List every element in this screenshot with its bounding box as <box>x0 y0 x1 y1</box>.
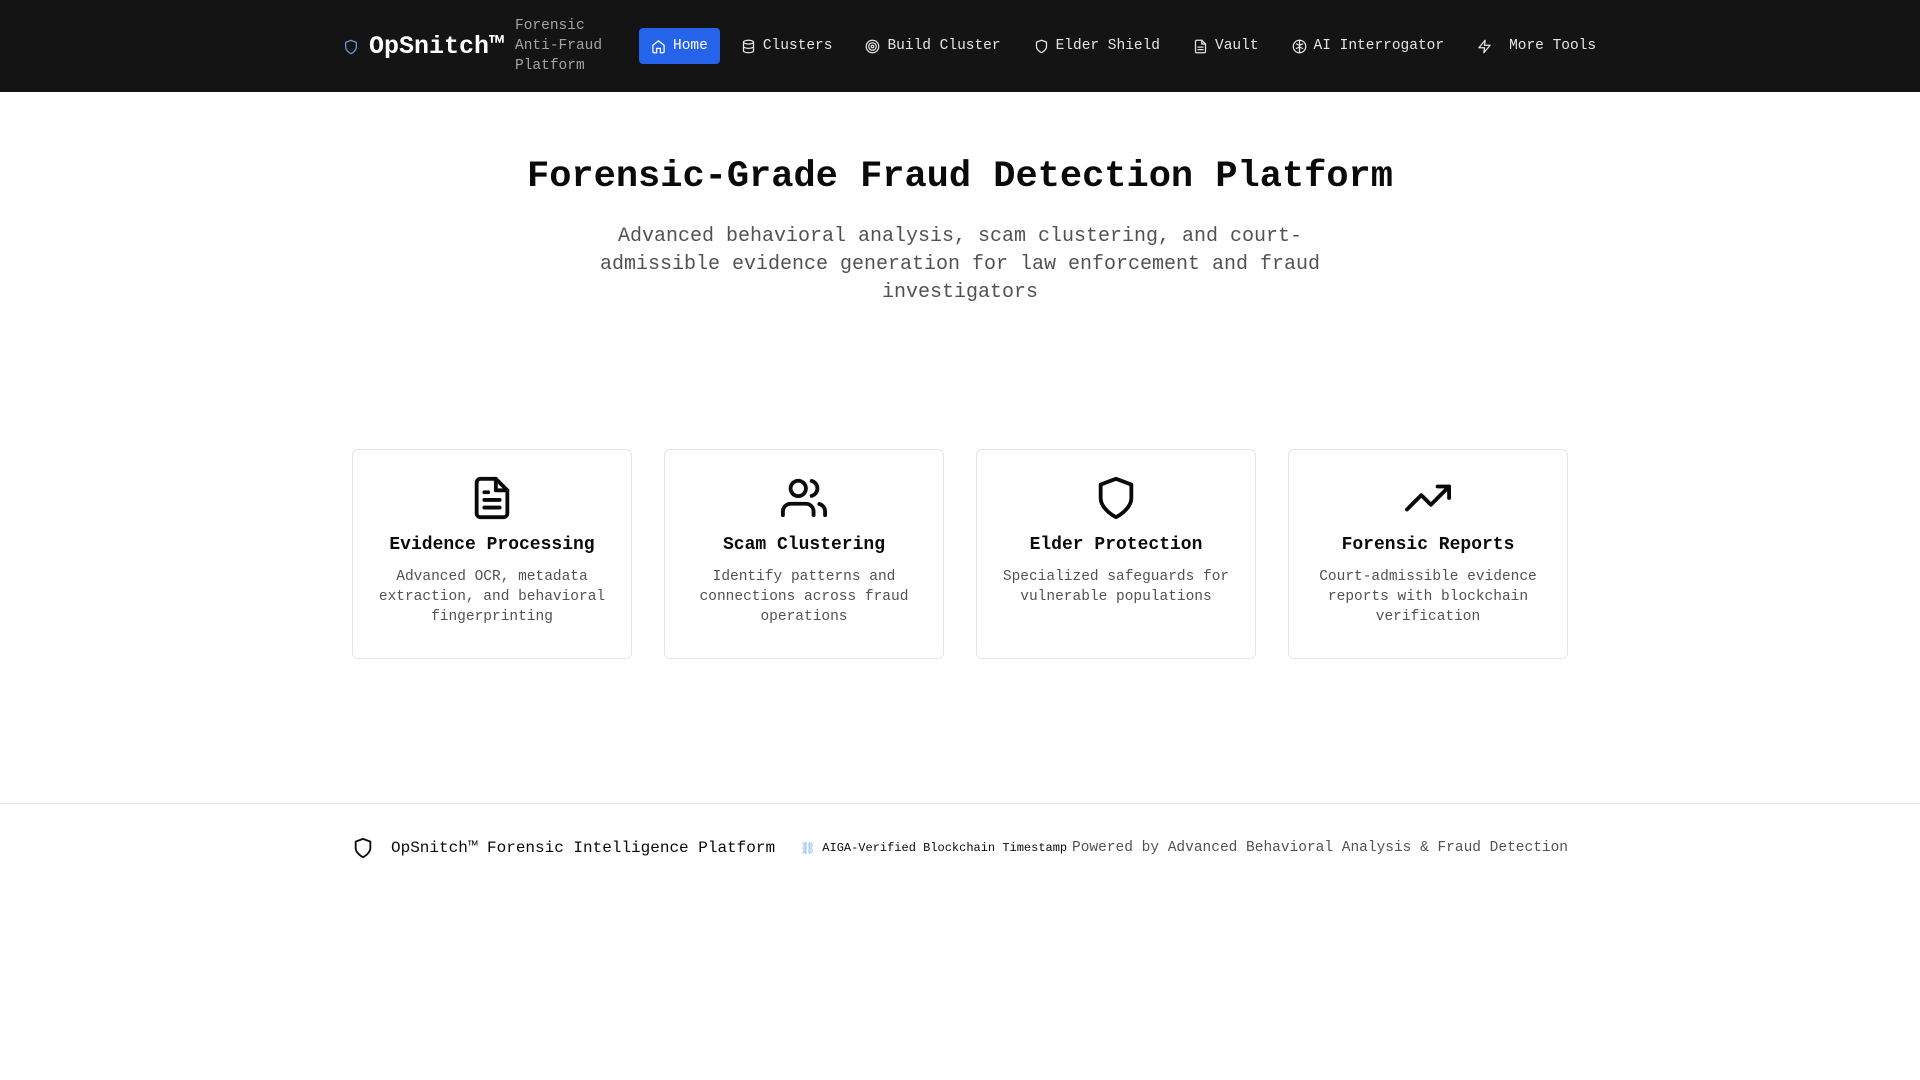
footer-divider <box>0 803 1920 804</box>
shield-icon <box>1035 39 1047 53</box>
database-icon <box>742 39 754 53</box>
nav-item-label: Clusters <box>762 38 833 54</box>
shield-icon <box>352 837 374 859</box>
file-text-icon <box>469 475 515 521</box>
nav-inner: OpSnitch™ Forensic Anti-Fraud Platform H… <box>343 0 1617 92</box>
nav-item-home[interactable]: Home <box>639 28 720 64</box>
target-icon <box>866 39 880 53</box>
brand-name: OpSnitch™ <box>369 31 505 61</box>
nav-item-more-tools[interactable]: More Tools <box>1465 28 1608 64</box>
brand[interactable]: OpSnitch™ Forensic Anti-Fraud Platform <box>343 16 615 76</box>
blockchain-timestamp-badge: ⛓ AIGA-Verified Blockchain Timestamp <box>800 841 1067 856</box>
trending-up-icon <box>1405 475 1451 521</box>
feature-description: Specialized safeguards for vulnerable po… <box>1002 569 1230 605</box>
nav-item-label: Elder Shield <box>1055 38 1161 54</box>
zap-icon <box>1478 39 1491 53</box>
file-icon <box>1194 39 1207 53</box>
feature-description: Advanced OCR, metadata extraction, and b… <box>378 569 606 625</box>
nav-item-label: Home <box>673 38 708 54</box>
feature-cards: Evidence Processing Advanced OCR, metada… <box>352 449 1568 659</box>
nav-item-elder-shield[interactable]: Elder Shield <box>1022 28 1172 64</box>
shield-icon <box>1093 475 1139 521</box>
feature-description: Identify patterns and connections across… <box>699 569 909 625</box>
feature-card-scam-clustering[interactable]: Scam Clustering Identify patterns and co… <box>664 449 944 659</box>
feature-title: Scam Clustering <box>722 535 886 555</box>
brand-subtitle: Forensic Anti-Fraud Platform <box>515 18 603 74</box>
footer-powered-by: Powered by Advanced Behavioral Analysis … <box>1072 840 1568 856</box>
feature-title: Elder Protection <box>1029 535 1203 555</box>
feature-card-evidence-processing[interactable]: Evidence Processing Advanced OCR, metada… <box>352 449 632 659</box>
nav-item-vault[interactable]: Vault <box>1181 28 1271 64</box>
nav-item-clusters[interactable]: Clusters <box>729 28 845 64</box>
nav-item-build-cluster[interactable]: Build Cluster <box>853 28 1012 64</box>
nav-item-ai-interrogator[interactable]: AI Interrogator <box>1280 28 1457 64</box>
nav-menu: Home Clusters Build Cluster Elder Shield… <box>639 28 1617 64</box>
users-icon <box>781 475 827 521</box>
page-title: Forensic-Grade Fraud Detection Platform <box>527 156 1393 198</box>
nav-item-label: AI Interrogator <box>1313 38 1445 54</box>
footer: OpSnitch™ Forensic Intelligence Platform… <box>352 835 1568 861</box>
feature-card-elder-protection[interactable]: Elder Protection Specialized safeguards … <box>976 449 1256 659</box>
feature-title: Evidence Processing <box>389 535 595 555</box>
feature-card-forensic-reports[interactable]: Forensic Reports Court-admissible eviden… <box>1288 449 1568 659</box>
nav-item-label: More Tools <box>1509 38 1597 54</box>
feature-description: Court-admissible evidence reports with b… <box>1319 569 1537 625</box>
chain-link-icon: ⛓ <box>800 841 816 856</box>
home-icon <box>652 39 665 53</box>
shield-logo-icon <box>343 39 359 55</box>
footer-platform-name: OpSnitch™ Forensic Intelligence Platform <box>391 839 776 857</box>
brain-icon <box>1292 39 1306 53</box>
page-subtitle: Advanced behavioral analysis, scam clust… <box>599 225 1321 304</box>
feature-title: Forensic Reports <box>1341 535 1515 555</box>
nav-item-label: Build Cluster <box>887 38 1001 54</box>
nav-item-label: Vault <box>1215 38 1259 54</box>
blockchain-timestamp-label: AIGA-Verified Blockchain Timestamp <box>822 841 1068 855</box>
top-nav: OpSnitch™ Forensic Anti-Fraud Platform H… <box>0 0 1920 92</box>
